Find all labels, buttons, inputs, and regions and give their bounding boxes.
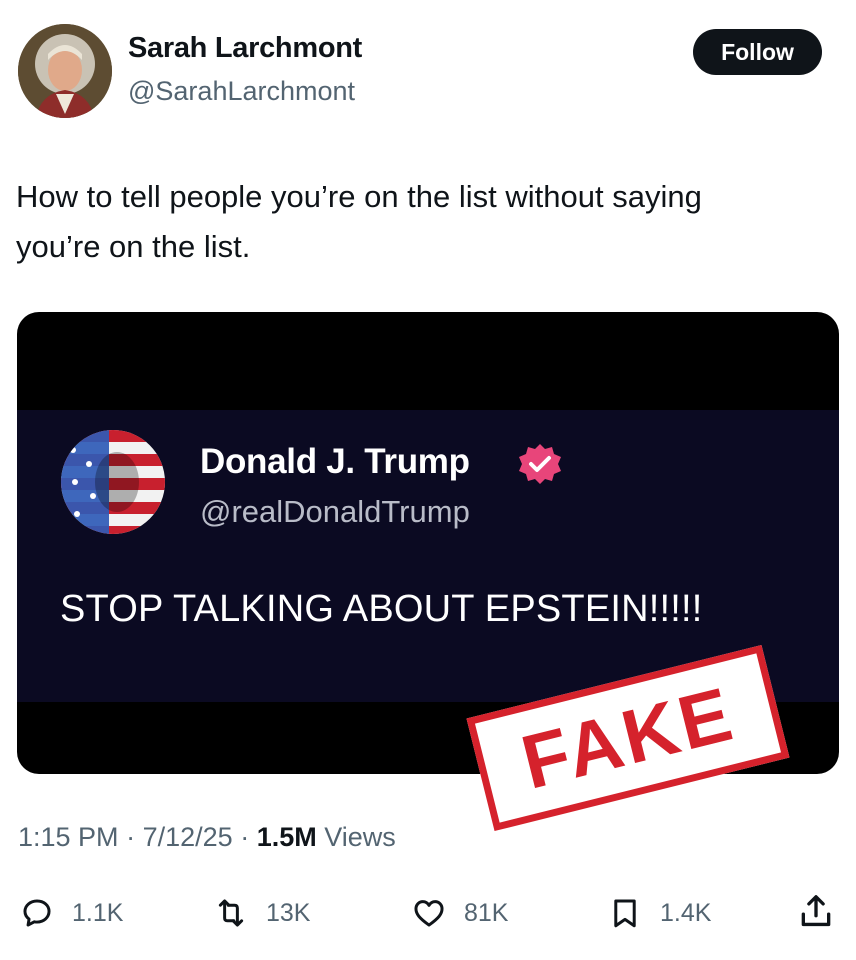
portrait-image (18, 24, 112, 118)
repost-button[interactable]: 13K (214, 893, 310, 933)
bookmark-count: 1.4K (660, 898, 712, 927)
embedded-handle: @realDonaldTrump (200, 494, 470, 529)
meta-separator: · (126, 822, 143, 852)
follow-button[interactable]: Follow (693, 29, 822, 75)
tweet-text: How to tell people you’re on the list wi… (16, 172, 836, 272)
like-button[interactable]: 81K (412, 893, 508, 933)
repost-icon (218, 899, 244, 927)
views-count: 1.5M (256, 822, 317, 852)
like-count: 81K (464, 898, 509, 927)
meta-separator: · (240, 822, 257, 852)
author-display-name[interactable]: Sarah Larchmont (128, 32, 362, 65)
tweet-time[interactable]: 1:15 PM (18, 822, 119, 852)
bookmark-button[interactable]: 1.4K (608, 893, 711, 933)
heart-icon (414, 900, 444, 927)
reply-button[interactable]: 1.1K (20, 893, 123, 933)
tweet-meta: 1:15 PM · 7/12/25 · 1.5M Views (18, 822, 396, 853)
embedded-post-text: STOP TALKING ABOUT EPSTEIN!!!!! (60, 588, 703, 630)
embedded-avatar (61, 430, 165, 534)
author-handle[interactable]: @SarahLarchmont (128, 76, 355, 107)
share-button[interactable] (797, 892, 835, 930)
flag-portrait-icon (61, 430, 165, 534)
views-label: Views (324, 822, 396, 852)
embedded-display-name: Donald J. Trump (200, 442, 470, 481)
reply-count: 1.1K (72, 898, 124, 927)
tweet-text-line: you’re on the list. (16, 229, 251, 264)
bookmark-icon (614, 899, 636, 928)
share-icon (801, 895, 831, 927)
tweet-text-line: How to tell people you’re on the list wi… (16, 179, 702, 214)
verified-badge-icon (517, 442, 563, 488)
repost-count: 13K (266, 898, 311, 927)
tweet-date[interactable]: 7/12/25 (143, 822, 233, 852)
reply-icon (23, 899, 51, 927)
author-avatar[interactable] (18, 24, 112, 118)
